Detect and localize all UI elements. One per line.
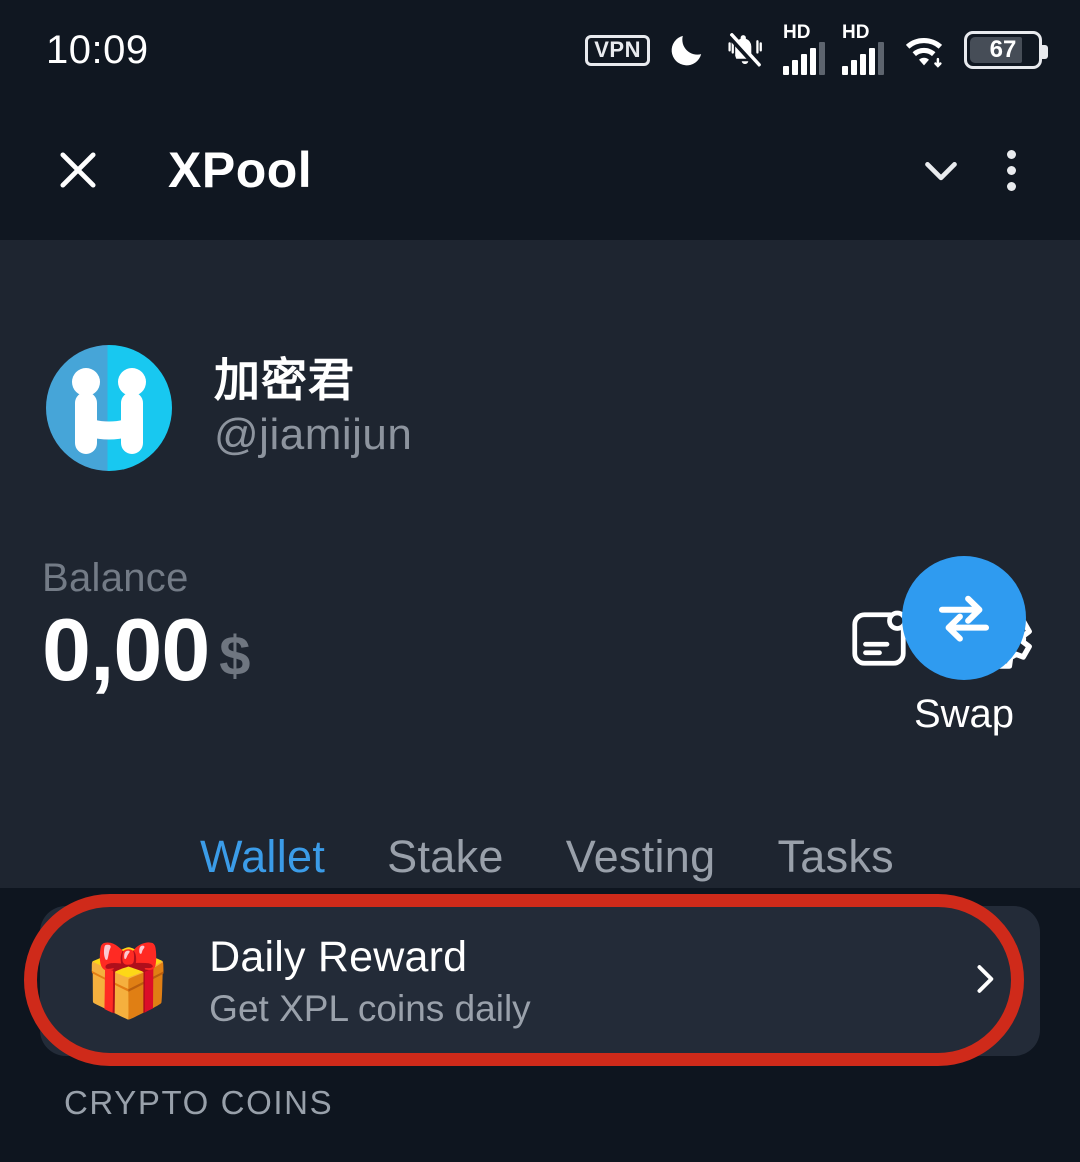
tab-wallet-label: Wallet [200,831,326,882]
swap-arrows-icon [902,556,1026,680]
tab-tasks[interactable]: Tasks [777,789,894,883]
balance-currency: $ [219,623,251,687]
signal-bars-1 [783,41,825,75]
balance-row: 0,00 $ [42,600,251,699]
daily-reward-card-wrap: 🎁 Daily Reward Get XPL coins daily [24,894,1040,1066]
swap-button[interactable]: Swap [902,556,1026,737]
profile-header[interactable]: 加密君 @jiamijun [46,345,412,471]
moon-dnd-icon [667,30,707,70]
hd-label-2: HD [842,21,870,43]
battery-percent: 67 [989,36,1017,63]
user-handle: @jiamijun [214,410,413,460]
kebab-dots [1006,149,1016,191]
bell-muted-icon [724,29,766,71]
vpn-badge-icon: VPN [585,34,650,66]
status-clock: 10:09 [46,27,149,72]
profile-names: 加密君 @jiamijun [214,356,412,460]
status-icons: VPN HD HD 67 [585,21,1048,75]
app-bar: XPool [0,100,1080,240]
signal-bars-2 [842,41,884,75]
hd-label-1: HD [783,21,811,43]
tab-vesting-label: Vesting [565,831,716,882]
swap-label: Swap [913,692,1015,736]
daily-reward-title: Daily Reward [209,932,468,981]
tab-wallet[interactable]: Wallet [200,789,326,906]
page-title: XPool [168,142,313,198]
tab-stake-label: Stake [387,831,504,882]
avatar[interactable] [46,345,172,471]
tab-tasks-label: Tasks [777,831,894,882]
battery-icon: 67 [964,31,1048,69]
gift-icon: 🎁 [84,942,172,1020]
tab-bar: Wallet Stake Vesting Tasks [0,789,1080,906]
balance-block: Balance 0,00 $ [42,556,251,699]
daily-reward-card[interactable]: 🎁 Daily Reward Get XPL coins daily [40,906,1040,1056]
display-name: 加密君 [214,353,355,406]
signal-hd-icon-2: HD [842,21,884,75]
phone-screen: 10:09 VPN HD HD 67 XPool 加密君 @jiamijun B… [0,0,1080,1162]
balance-value: 0,00 [42,600,210,699]
wifi-icon [901,30,947,70]
balance-label: Balance [42,556,189,600]
chevron-right-icon[interactable] [962,957,1006,1006]
section-header-crypto-coins: CRYPTO COINS [64,1084,334,1121]
profile-panel: 加密君 @jiamijun Balance 0,00 $ Swap Wallet… [0,240,1080,906]
kebab-menu-icon[interactable] [976,135,1046,205]
status-bar: 10:09 VPN HD HD 67 [0,0,1080,100]
close-icon[interactable] [46,138,110,202]
daily-reward-text: Daily Reward Get XPL coins daily [209,933,962,1030]
tab-vesting[interactable]: Vesting [566,789,716,883]
chevron-down-icon[interactable] [906,135,976,205]
signal-hd-icon-1: HD [783,21,825,75]
tab-stake[interactable]: Stake [387,789,504,883]
wallet-list: 🎁 Daily Reward Get XPL coins daily CRYPT… [0,888,1080,1162]
daily-reward-subtitle: Get XPL coins daily [209,987,531,1029]
